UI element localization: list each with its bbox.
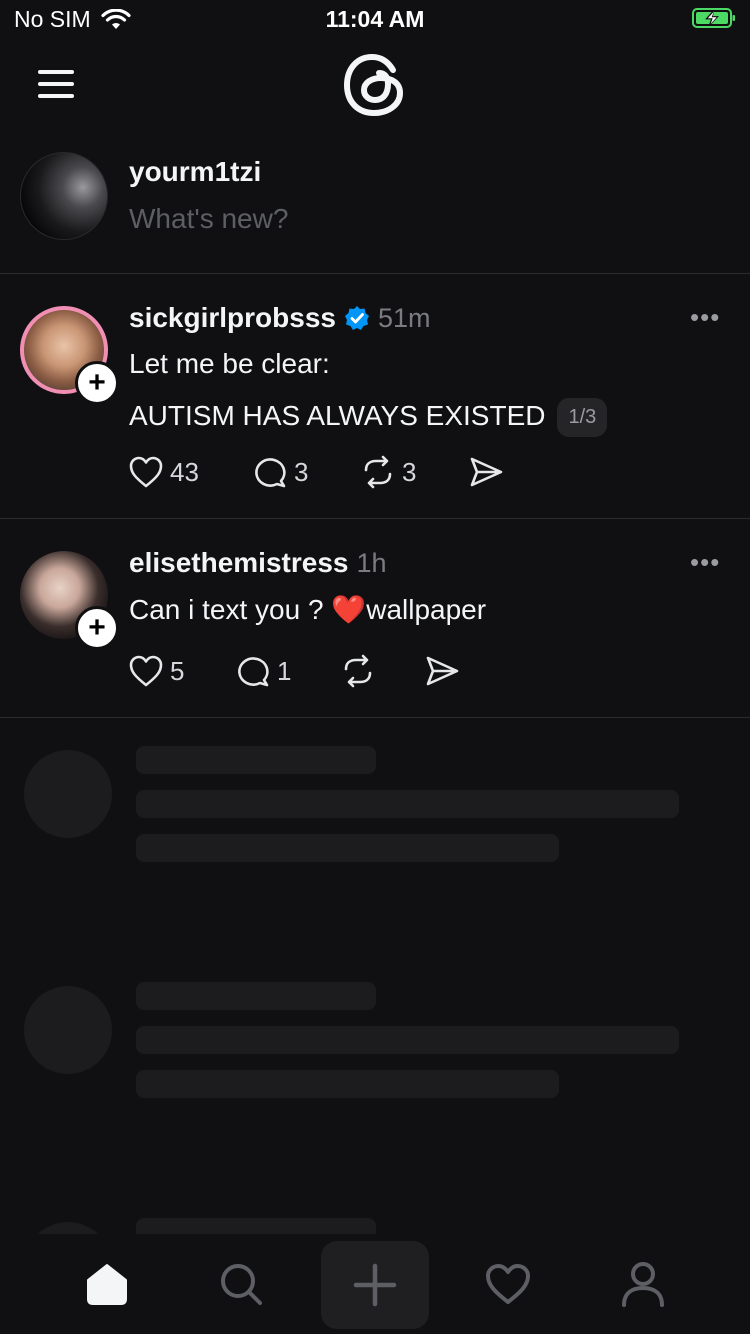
home-icon (87, 1264, 127, 1305)
skeleton-avatar (24, 750, 112, 838)
post-text-line: AUTISM HAS ALWAYS EXISTED 1/3 (129, 398, 608, 437)
status-time: 11:04 AM (325, 6, 425, 32)
post-text-line: Can i text you ? ❤️wallpaper (129, 593, 486, 626)
send-icon (426, 656, 459, 686)
post-text-content: wallpaper (366, 594, 487, 625)
post-text-content: Can i text you ? (129, 594, 324, 625)
divider (0, 518, 750, 519)
post-time: 1h (356, 547, 387, 578)
like-count: 5 (170, 655, 185, 686)
like-button[interactable]: 43 (128, 455, 199, 489)
battery-charging-icon (692, 8, 735, 28)
post-username[interactable]: elisethemistress (129, 547, 348, 579)
tab-compose[interactable] (321, 1241, 429, 1329)
repost-icon (344, 654, 372, 688)
comment-icon (238, 657, 269, 687)
like-button[interactable]: 5 (128, 654, 184, 688)
skeleton-line (136, 834, 559, 862)
repost-icon (364, 455, 392, 489)
my-avatar[interactable] (20, 152, 108, 240)
divider (0, 273, 750, 274)
carousel-page-badge: 1/3 (557, 398, 608, 437)
post-text-content: AUTISM HAS ALWAYS EXISTED (129, 399, 546, 431)
composer-username: yourm1tzi (129, 156, 262, 187)
post-username[interactable]: sickgirlprobsss (129, 302, 336, 334)
post-header: elisethemistress 1h (129, 547, 387, 579)
heart-icon (129, 456, 163, 488)
menu-icon[interactable] (38, 70, 74, 98)
tab-activity[interactable] (476, 1252, 540, 1316)
plus-icon (353, 1263, 397, 1307)
repost-button[interactable]: 3 (360, 455, 416, 489)
follow-plus-icon[interactable]: + (75, 606, 119, 650)
composer-input[interactable]: What's new? (129, 203, 288, 235)
skeleton-line (136, 1026, 679, 1054)
share-button[interactable] (424, 654, 460, 688)
skeleton-line (136, 746, 376, 774)
like-count: 43 (170, 456, 199, 487)
send-icon (470, 457, 503, 487)
profile-icon (622, 1262, 664, 1307)
search-icon (221, 1264, 262, 1305)
follow-plus-icon[interactable]: + (75, 361, 119, 405)
tab-profile[interactable] (611, 1252, 675, 1316)
skeleton-line (136, 982, 376, 1010)
comment-icon (255, 458, 286, 488)
repost-count: 3 (402, 456, 417, 487)
post-header: sickgirlprobsss 51m (129, 302, 431, 334)
divider (0, 717, 750, 718)
reply-button[interactable]: 1 (235, 654, 291, 688)
heart-icon (486, 1264, 530, 1304)
more-options-icon[interactable]: ••• (690, 302, 720, 333)
share-button[interactable] (468, 455, 504, 489)
heart-icon (129, 655, 163, 687)
repost-button[interactable] (340, 654, 376, 688)
skeleton-avatar (24, 986, 112, 1074)
reply-count: 1 (277, 655, 292, 686)
reply-count: 3 (294, 456, 309, 487)
threads-logo-icon[interactable] (343, 52, 407, 118)
post-text-line: Let me be clear: (129, 348, 330, 379)
reply-button[interactable]: 3 (252, 455, 308, 489)
verified-badge-icon (344, 306, 369, 330)
tab-home[interactable] (75, 1252, 139, 1316)
skeleton-line (136, 1070, 559, 1098)
red-heart-emoji: ❤️ (331, 594, 367, 625)
post-time: 51m (377, 302, 431, 333)
tab-search[interactable] (209, 1252, 273, 1316)
more-options-icon[interactable]: ••• (690, 547, 720, 578)
skeleton-line (136, 790, 679, 818)
